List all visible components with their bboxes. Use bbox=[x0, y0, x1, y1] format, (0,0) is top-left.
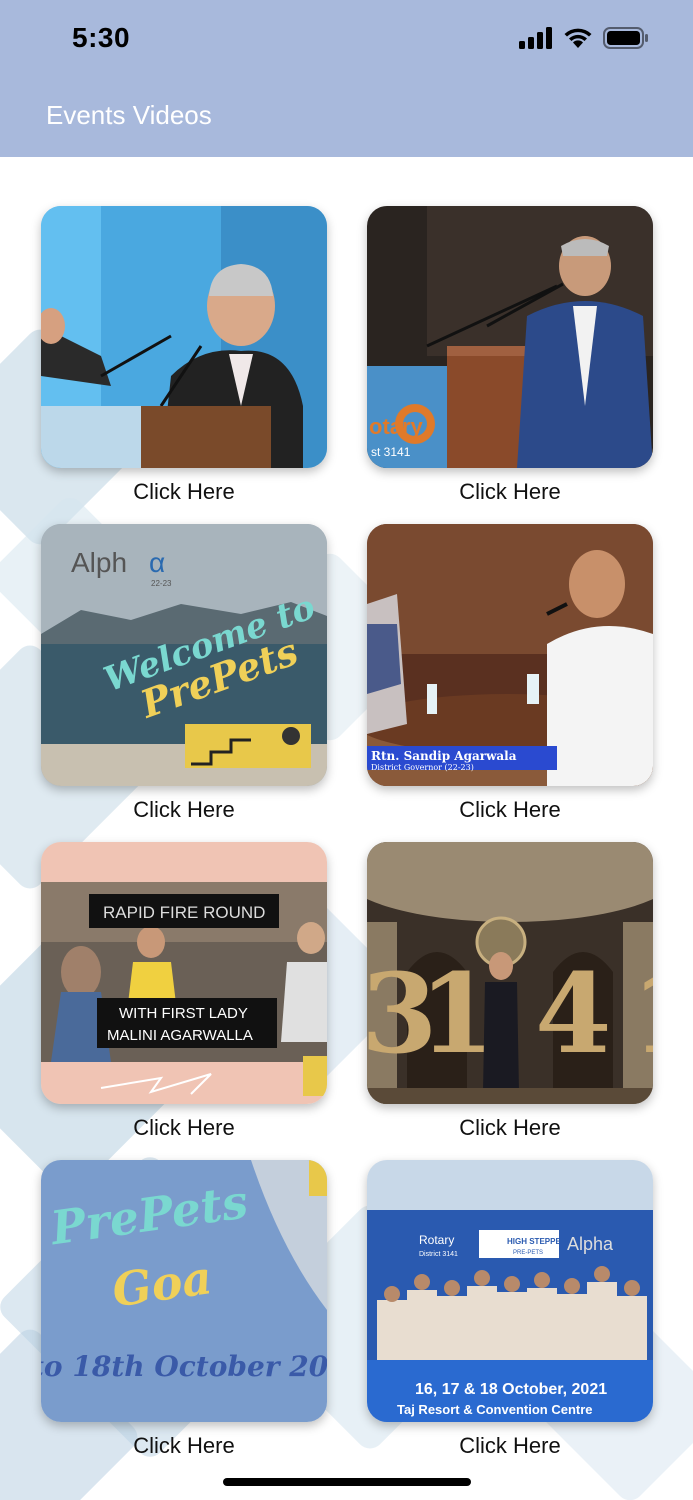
svg-text:PRE-PETS: PRE-PETS bbox=[513, 1250, 543, 1256]
svg-text:st 3141: st 3141 bbox=[371, 445, 411, 459]
video-thumbnail-8[interactable]: Rotary District 3141 HIGH STEPPER PRE-PE… bbox=[367, 1160, 653, 1422]
video-link-7[interactable]: Click Here bbox=[41, 1433, 327, 1459]
svg-text:Alph: Alph bbox=[71, 547, 127, 578]
svg-text:Alpha: Alpha bbox=[567, 1234, 614, 1254]
svg-text:1: 1 bbox=[631, 949, 653, 1078]
video-link-5[interactable]: Click Here bbox=[41, 1115, 327, 1141]
video-thumbnail-4[interactable]: Rtn. Sandip Agarwala District Governor (… bbox=[367, 524, 653, 786]
svg-text:HIGH STEPPER: HIGH STEPPER bbox=[507, 1237, 567, 1246]
home-indicator[interactable] bbox=[223, 1478, 471, 1486]
battery-icon bbox=[603, 26, 649, 54]
video-thumbnail-5[interactable]: RAPID FIRE ROUND WITH FIRST LADY MALINI … bbox=[41, 842, 327, 1104]
svg-text:Rotary: Rotary bbox=[419, 1233, 454, 1247]
svg-text:α: α bbox=[149, 547, 165, 578]
cellular-signal-icon bbox=[519, 26, 553, 54]
svg-text:Rtn. Sandip Agarwala: Rtn. Sandip Agarwala bbox=[371, 749, 517, 763]
svg-text:4: 4 bbox=[535, 949, 612, 1078]
svg-text:otary: otary bbox=[369, 414, 424, 439]
wifi-icon bbox=[563, 27, 593, 54]
videos-content[interactable]: Click Here otary st 3141 Click Here Alph… bbox=[0, 157, 693, 1500]
status-icons bbox=[519, 26, 649, 54]
svg-text:16, 17 & 18 October, 2021: 16, 17 & 18 October, 2021 bbox=[415, 1381, 607, 1398]
video-link-3[interactable]: Click Here bbox=[41, 797, 327, 823]
status-time: 5:30 bbox=[72, 22, 131, 53]
app-header: 5:30 Events Videos bbox=[0, 0, 693, 157]
svg-text:WITH FIRST LADY: WITH FIRST LADY bbox=[119, 1005, 248, 1022]
video-thumbnail-7[interactable]: PrePets Goa to 18th October 202 bbox=[41, 1160, 327, 1422]
svg-text:Taj Resort & Convention Centre: Taj Resort & Convention Centre bbox=[397, 1402, 593, 1417]
video-link-6[interactable]: Click Here bbox=[367, 1115, 653, 1141]
page-title: Events Videos bbox=[46, 100, 212, 130]
status-bar: 5:30 bbox=[0, 0, 693, 80]
video-link-2[interactable]: Click Here bbox=[367, 479, 653, 505]
video-link-8[interactable]: Click Here bbox=[367, 1433, 653, 1459]
video-link-1[interactable]: Click Here bbox=[41, 479, 327, 505]
video-thumbnail-1[interactable] bbox=[41, 206, 327, 468]
video-thumbnail-3[interactable]: Alph α 22-23 Welcome to PrePets bbox=[41, 524, 327, 786]
video-link-4[interactable]: Click Here bbox=[367, 797, 653, 823]
svg-text:District Governor (22-23): District Governor (22-23) bbox=[371, 763, 474, 772]
svg-text:District 3141: District 3141 bbox=[419, 1251, 458, 1258]
svg-text:MALINI AGARWALLA: MALINI AGARWALLA bbox=[107, 1027, 253, 1044]
svg-text:to 18th October 202: to 18th October 202 bbox=[41, 1350, 327, 1383]
video-thumbnail-6[interactable]: 3 1 4 1 bbox=[367, 842, 653, 1104]
video-grid: Click Here otary st 3141 Click Here Alph… bbox=[0, 157, 693, 1500]
svg-text:22-23: 22-23 bbox=[151, 579, 172, 588]
svg-text:RAPID FIRE ROUND: RAPID FIRE ROUND bbox=[103, 903, 265, 922]
video-thumbnail-2[interactable]: otary st 3141 bbox=[367, 206, 653, 468]
